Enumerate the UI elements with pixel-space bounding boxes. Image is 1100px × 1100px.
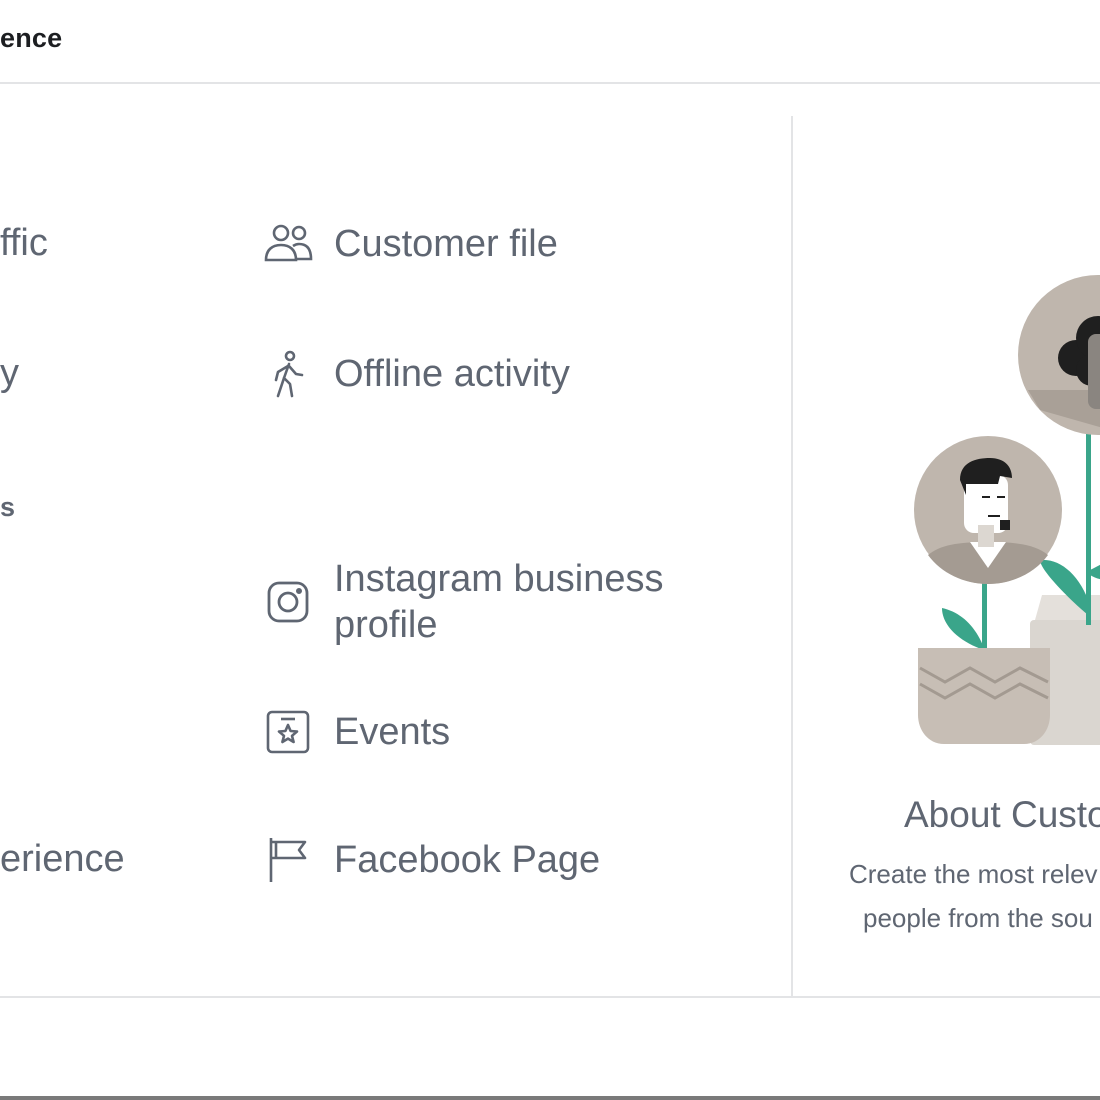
option-facebook-page-label: Facebook Page <box>334 839 601 881</box>
option-events[interactable]: Events <box>262 706 450 758</box>
custom-audience-illustration <box>900 270 1100 755</box>
walking-person-icon <box>262 348 314 400</box>
option-instagram-business-profile-label: Instagram business profile <box>334 558 664 646</box>
side-panel-title: About Custo <box>904 794 1100 835</box>
option-instant-experience[interactable]: erience <box>0 838 125 881</box>
option-facebook-page[interactable]: Facebook Page <box>262 834 600 886</box>
footer-divider <box>0 996 1100 998</box>
option-offline-activity[interactable]: Offline activity <box>262 348 570 400</box>
people-icon <box>262 218 314 270</box>
option-website-traffic[interactable]: ffic <box>0 222 48 265</box>
side-panel-description-line-1: Create the most relev <box>849 859 1098 889</box>
option-customer-file-label: Customer file <box>334 223 558 265</box>
option-app-activity[interactable]: y <box>0 352 19 395</box>
side-panel-description: Create the most relev people from the so… <box>849 852 1098 940</box>
plant-stem <box>1086 420 1091 625</box>
section-heading-sources: s <box>0 492 16 522</box>
dialog-title: ence <box>0 23 63 53</box>
front-pot <box>918 648 1050 744</box>
event-star-icon <box>262 706 314 758</box>
option-customer-file[interactable]: Customer file <box>262 218 558 270</box>
instagram-icon <box>262 576 314 628</box>
window-bottom-edge <box>0 1096 1100 1100</box>
option-offline-activity-label: Offline activity <box>334 353 570 395</box>
side-panel-description-line-2: people from the sou <box>863 903 1093 933</box>
panel-divider <box>791 116 793 998</box>
flag-icon <box>262 834 314 886</box>
option-events-label: Events <box>334 711 451 753</box>
option-instagram-business-profile[interactable]: Instagram business profile <box>262 556 664 648</box>
dialog-header: ence <box>0 0 1100 84</box>
